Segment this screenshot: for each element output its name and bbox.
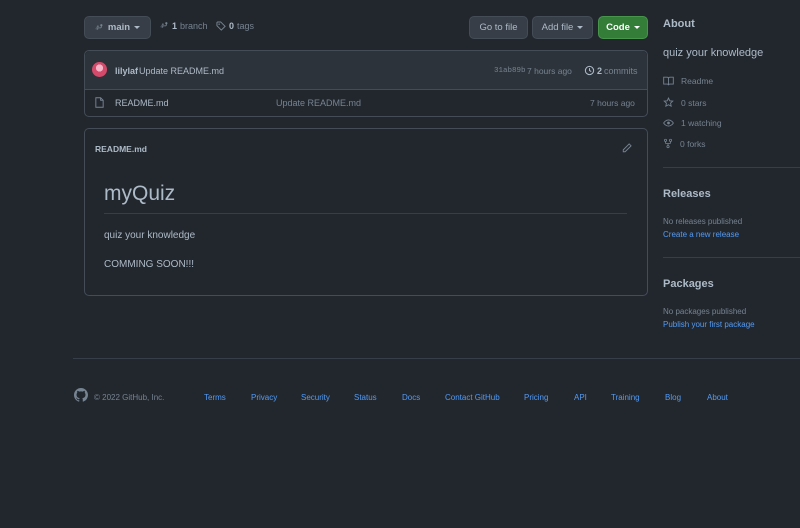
commit-count-label: commits (604, 65, 638, 76)
readme-box (84, 128, 648, 296)
go-to-file-label: Go to file (479, 22, 518, 33)
footer-link-status[interactable]: Status (354, 393, 377, 402)
book-icon (663, 76, 674, 86)
footer-copyright: © 2022 GitHub, Inc. (94, 393, 165, 402)
footer-link-contact[interactable]: Contact GitHub (445, 393, 500, 402)
footer-link-security[interactable]: Security (301, 393, 330, 402)
footer-link-pricing[interactable]: Pricing (524, 393, 548, 402)
file-commit-message[interactable]: Update README.md (276, 98, 361, 108)
footer-link-api[interactable]: API (574, 393, 587, 402)
avatar[interactable] (92, 62, 107, 77)
file-icon (95, 97, 104, 108)
chevron-down-icon (134, 26, 141, 29)
branch-name: main (107, 22, 131, 33)
readme-title: myQuiz (104, 182, 176, 205)
footer-link-about[interactable]: About (707, 393, 728, 402)
watching-label: 1 watching (681, 118, 722, 128)
create-release-link[interactable]: Create a new release (663, 230, 739, 239)
branch-select-button[interactable]: main (84, 16, 151, 39)
readme-link-label: Readme (681, 76, 714, 86)
fork-icon (663, 138, 673, 149)
git-branch-icon (95, 23, 104, 33)
file-row[interactable]: README.md Update README.md 7 hours ago (85, 90, 647, 116)
releases-empty-text: No releases published (663, 217, 743, 226)
commit-hash[interactable]: 31ab89b (494, 67, 526, 75)
add-file-button[interactable]: Add file (532, 16, 593, 39)
footer-divider (73, 358, 800, 359)
footer-link-privacy[interactable]: Privacy (251, 393, 277, 402)
footer-link-terms[interactable]: Terms (204, 393, 226, 402)
watching-link[interactable]: 1 watching (663, 118, 722, 128)
forks-link[interactable]: 0 forks (663, 138, 706, 149)
readme-link[interactable]: Readme (663, 76, 713, 86)
about-heading: About (663, 18, 695, 30)
eye-icon (663, 118, 674, 128)
github-logo-icon[interactable] (74, 388, 88, 402)
tag-count: 0 (229, 21, 235, 31)
branches-link[interactable]: 1 branch (160, 21, 208, 31)
forks-label: 0 forks (680, 138, 706, 149)
publish-package-link[interactable]: Publish your first package (663, 320, 755, 329)
stars-label: 0 stars (681, 97, 707, 108)
branch-label: branch (180, 21, 208, 31)
stars-link[interactable]: 0 stars (663, 97, 707, 108)
code-button[interactable]: Code (598, 16, 648, 39)
tags-link[interactable]: 0 tags (216, 21, 254, 31)
readme-paragraph: quiz your knowledge (104, 230, 196, 241)
star-icon (663, 97, 674, 108)
git-branch-icon (160, 21, 169, 31)
tag-label: tags (237, 21, 255, 31)
file-name[interactable]: README.md (115, 98, 169, 108)
readme-title-divider (104, 213, 627, 214)
branch-count: 1 (172, 21, 178, 31)
footer-link-blog[interactable]: Blog (665, 393, 681, 402)
about-description: quiz your knowledge (663, 47, 764, 59)
commit-author[interactable]: lilylaf (115, 66, 138, 76)
add-file-label: Add file (541, 22, 574, 33)
pencil-icon[interactable] (622, 143, 632, 153)
commit-count: 2 (597, 65, 603, 76)
history-icon (584, 65, 595, 76)
releases-heading[interactable]: Releases (663, 188, 711, 200)
code-label: Code (606, 22, 630, 33)
commit-message[interactable]: Update README.md (139, 66, 224, 76)
sidebar-divider (663, 167, 800, 168)
commits-link[interactable]: 2 commits (584, 65, 638, 76)
file-time: 7 hours ago (590, 98, 635, 108)
readme-filename[interactable]: README.md (95, 144, 147, 154)
readme-paragraph: COMMING SOON!!! (104, 259, 194, 270)
packages-heading[interactable]: Packages (663, 278, 714, 290)
packages-empty-text: No packages published (663, 307, 747, 316)
commit-time: 7 hours ago (527, 66, 572, 76)
chevron-down-icon (577, 26, 584, 29)
tag-icon (216, 21, 226, 31)
footer-link-docs[interactable]: Docs (402, 393, 420, 402)
go-to-file-button[interactable]: Go to file (469, 16, 528, 39)
footer-link-training[interactable]: Training (611, 393, 640, 402)
sidebar-divider (663, 257, 800, 258)
chevron-down-icon (633, 26, 640, 29)
